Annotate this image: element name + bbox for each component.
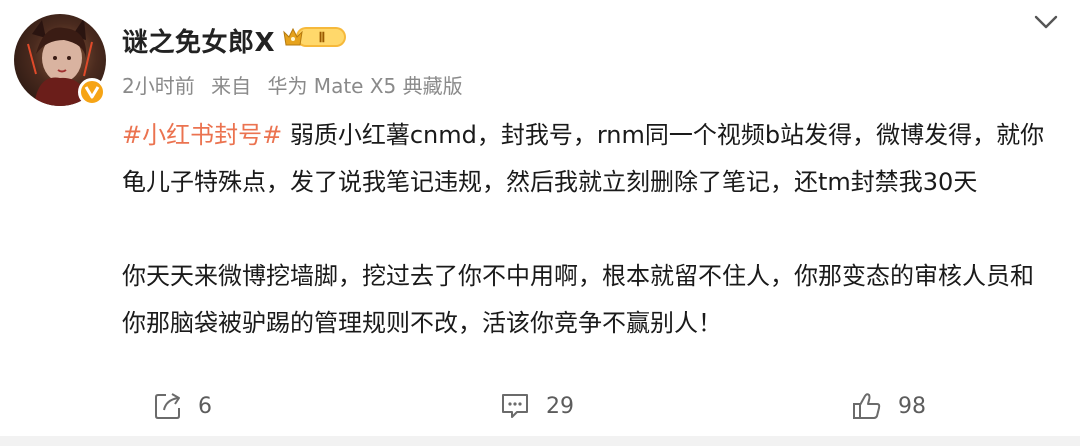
rank-label: Ⅱ xyxy=(319,31,326,46)
feed-separator xyxy=(0,436,1080,446)
action-bar: 6 29 98 xyxy=(0,392,1080,426)
post-meta: 2小时前 来自 华为 Mate X5 典藏版 xyxy=(122,70,463,99)
repost-icon xyxy=(155,393,180,419)
comment-count: 29 xyxy=(546,393,574,419)
repost-count: 6 xyxy=(198,393,212,419)
post-body: #小红书封号# 弱质小红薯cnmd，封我号，rnm同一个视频b站发得，微博发得，… xyxy=(122,112,1052,347)
crown-rank-icon[interactable]: Ⅱ xyxy=(282,24,348,54)
comment-icon xyxy=(502,394,528,418)
username[interactable]: 谜之免女郎X xyxy=(122,22,275,59)
hashtag-link[interactable]: #小红书封号# xyxy=(122,121,282,149)
like-count: 98 xyxy=(898,393,926,419)
paragraph-1: #小红书封号# 弱质小红薯cnmd，封我号，rnm同一个视频b站发得，微博发得，… xyxy=(122,112,1052,206)
thumb-up-icon xyxy=(853,393,881,419)
chevron-down-icon[interactable] xyxy=(1032,12,1060,36)
source-prefix: 来自 xyxy=(211,74,252,98)
source-device[interactable]: 华为 Mate X5 典藏版 xyxy=(267,74,462,98)
like-button[interactable]: 98 xyxy=(852,392,926,420)
post-time: 2小时前 xyxy=(122,74,195,98)
comment-button[interactable]: 29 xyxy=(500,392,574,420)
verified-badge-icon xyxy=(78,78,106,106)
repost-button[interactable]: 6 xyxy=(154,392,212,420)
paragraph-2: 你天天来微博挖墙脚，挖过去了你不中用啊，根本就留不住人，你那变态的审核人员和你那… xyxy=(122,262,1034,337)
